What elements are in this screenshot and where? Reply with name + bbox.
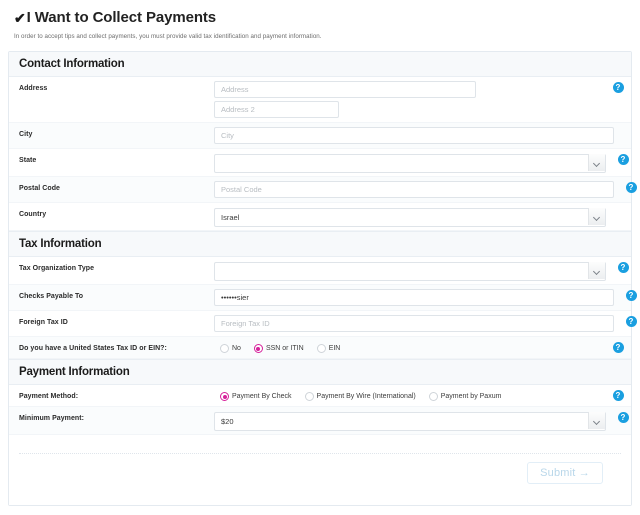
radio-label: EIN [328, 345, 341, 352]
label-state: State [19, 157, 37, 164]
form-row-tax-org-type: Tax Organization Type ? [9, 257, 631, 285]
submit-button[interactable]: Submit → [527, 462, 603, 484]
radio-label: No [232, 345, 241, 352]
foreign-tax-id-input[interactable] [214, 315, 614, 332]
help-icon-foreign-tax-id[interactable]: ? [625, 316, 637, 327]
minimum-payment-select[interactable] [214, 412, 606, 431]
address-line1-input[interactable] [214, 81, 476, 98]
form-row-postal-code: Postal Code ? [9, 177, 637, 203]
radio-dot-icon[interactable] [316, 344, 326, 353]
us-tax-id-radio-group: No SSN or ITIN EIN [214, 341, 601, 353]
help-icon-checks-payable-to[interactable]: ? [625, 290, 637, 301]
label-minimum-payment: Minimum Payment: [19, 415, 84, 422]
section-header-payment: Payment Information [9, 359, 631, 385]
radio-dot-icon[interactable] [220, 344, 229, 353]
label-us-tax-id: Do you have a United States Tax ID or EI… [19, 345, 167, 352]
label-tax-org-type: Tax Organization Type [19, 265, 95, 272]
help-icon-payment-method[interactable]: ? [612, 390, 624, 401]
form-row-foreign-tax-id: Foreign Tax ID ? [9, 311, 637, 337]
form-row-payment-method: Payment Method: Payment By Check Payment… [9, 385, 631, 407]
help-icon-minimum-payment[interactable]: ? [617, 412, 629, 423]
help-icon-us-tax-id[interactable]: ? [612, 342, 624, 353]
radio-option-no[interactable]: No [220, 344, 241, 353]
section-header-contact: Contact Information [9, 52, 631, 77]
help-icon-address[interactable]: ? [612, 82, 624, 93]
radio-label: Payment By Wire (International) [316, 393, 416, 400]
payment-method-radio-group: Payment By Check Payment By Wire (Intern… [214, 389, 601, 401]
label-address: Address [19, 85, 48, 92]
form-footer: Submit → [9, 453, 631, 505]
city-input[interactable] [214, 127, 614, 144]
radio-dot-icon[interactable] [428, 392, 438, 401]
form-row-address: Address ? [9, 77, 631, 123]
radio-dot-icon[interactable] [304, 392, 314, 401]
help-icon-state[interactable]: ? [617, 154, 629, 165]
radio-option-payment-by-check[interactable]: Payment By Check [220, 392, 292, 401]
radio-option-payment-by-wire[interactable]: Payment By Wire (International) [304, 392, 416, 401]
payment-collection-page: ✔ I Want to Collect Payments In order to… [0, 0, 640, 515]
help-icon-postal-code[interactable]: ? [625, 182, 637, 193]
label-foreign-tax-id: Foreign Tax ID [19, 319, 68, 326]
help-icon-tax-org-type[interactable]: ? [617, 262, 629, 273]
page-subtitle: In order to accept tips and collect paym… [14, 33, 322, 40]
form-row-minimum-payment: Minimum Payment: ? [9, 407, 631, 435]
radio-option-payment-by-paxum[interactable]: Payment by Paxum [428, 392, 502, 401]
form-card: Contact Information Address ? City State [8, 51, 637, 506]
form-row-us-tax-id: Do you have a United States Tax ID or EI… [9, 337, 631, 359]
radio-label: Payment by Paxum [440, 393, 502, 400]
postal-code-input[interactable] [214, 181, 614, 198]
section-header-tax: Tax Information [9, 231, 631, 257]
radio-dot-icon[interactable] [220, 392, 229, 401]
label-country: Country [19, 211, 47, 218]
tax-org-type-select[interactable] [214, 262, 606, 281]
form-row-checks-payable-to: Checks Payable To ? [9, 285, 637, 311]
page-title-text: I Want to Collect Payments [26, 9, 217, 26]
radio-label: Payment By Check [232, 393, 292, 400]
radio-dot-icon[interactable] [253, 344, 263, 353]
form-row-country: Country [9, 203, 631, 231]
radio-option-ssn-itin[interactable]: SSN or ITIN [253, 344, 304, 353]
form-row-city: City [9, 123, 631, 149]
label-payment-method: Payment Method: [19, 393, 79, 400]
checks-payable-to-input[interactable] [214, 289, 614, 306]
page-title: ✔ I Want to Collect Payments [14, 8, 626, 28]
radio-option-ein[interactable]: EIN [316, 344, 341, 353]
check-icon: ✔ [14, 10, 26, 26]
country-select[interactable] [214, 208, 606, 227]
label-postal-code: Postal Code [19, 185, 61, 192]
state-select[interactable] [214, 154, 606, 173]
address-line2-input[interactable] [214, 101, 339, 118]
form-row-state: State ? [9, 149, 631, 177]
page-header: ✔ I Want to Collect Payments In order to… [0, 0, 640, 45]
label-city: City [19, 131, 33, 138]
form-spacer [9, 435, 631, 447]
label-checks-payable-to: Checks Payable To [19, 293, 84, 300]
radio-label: SSN or ITIN [265, 345, 304, 352]
